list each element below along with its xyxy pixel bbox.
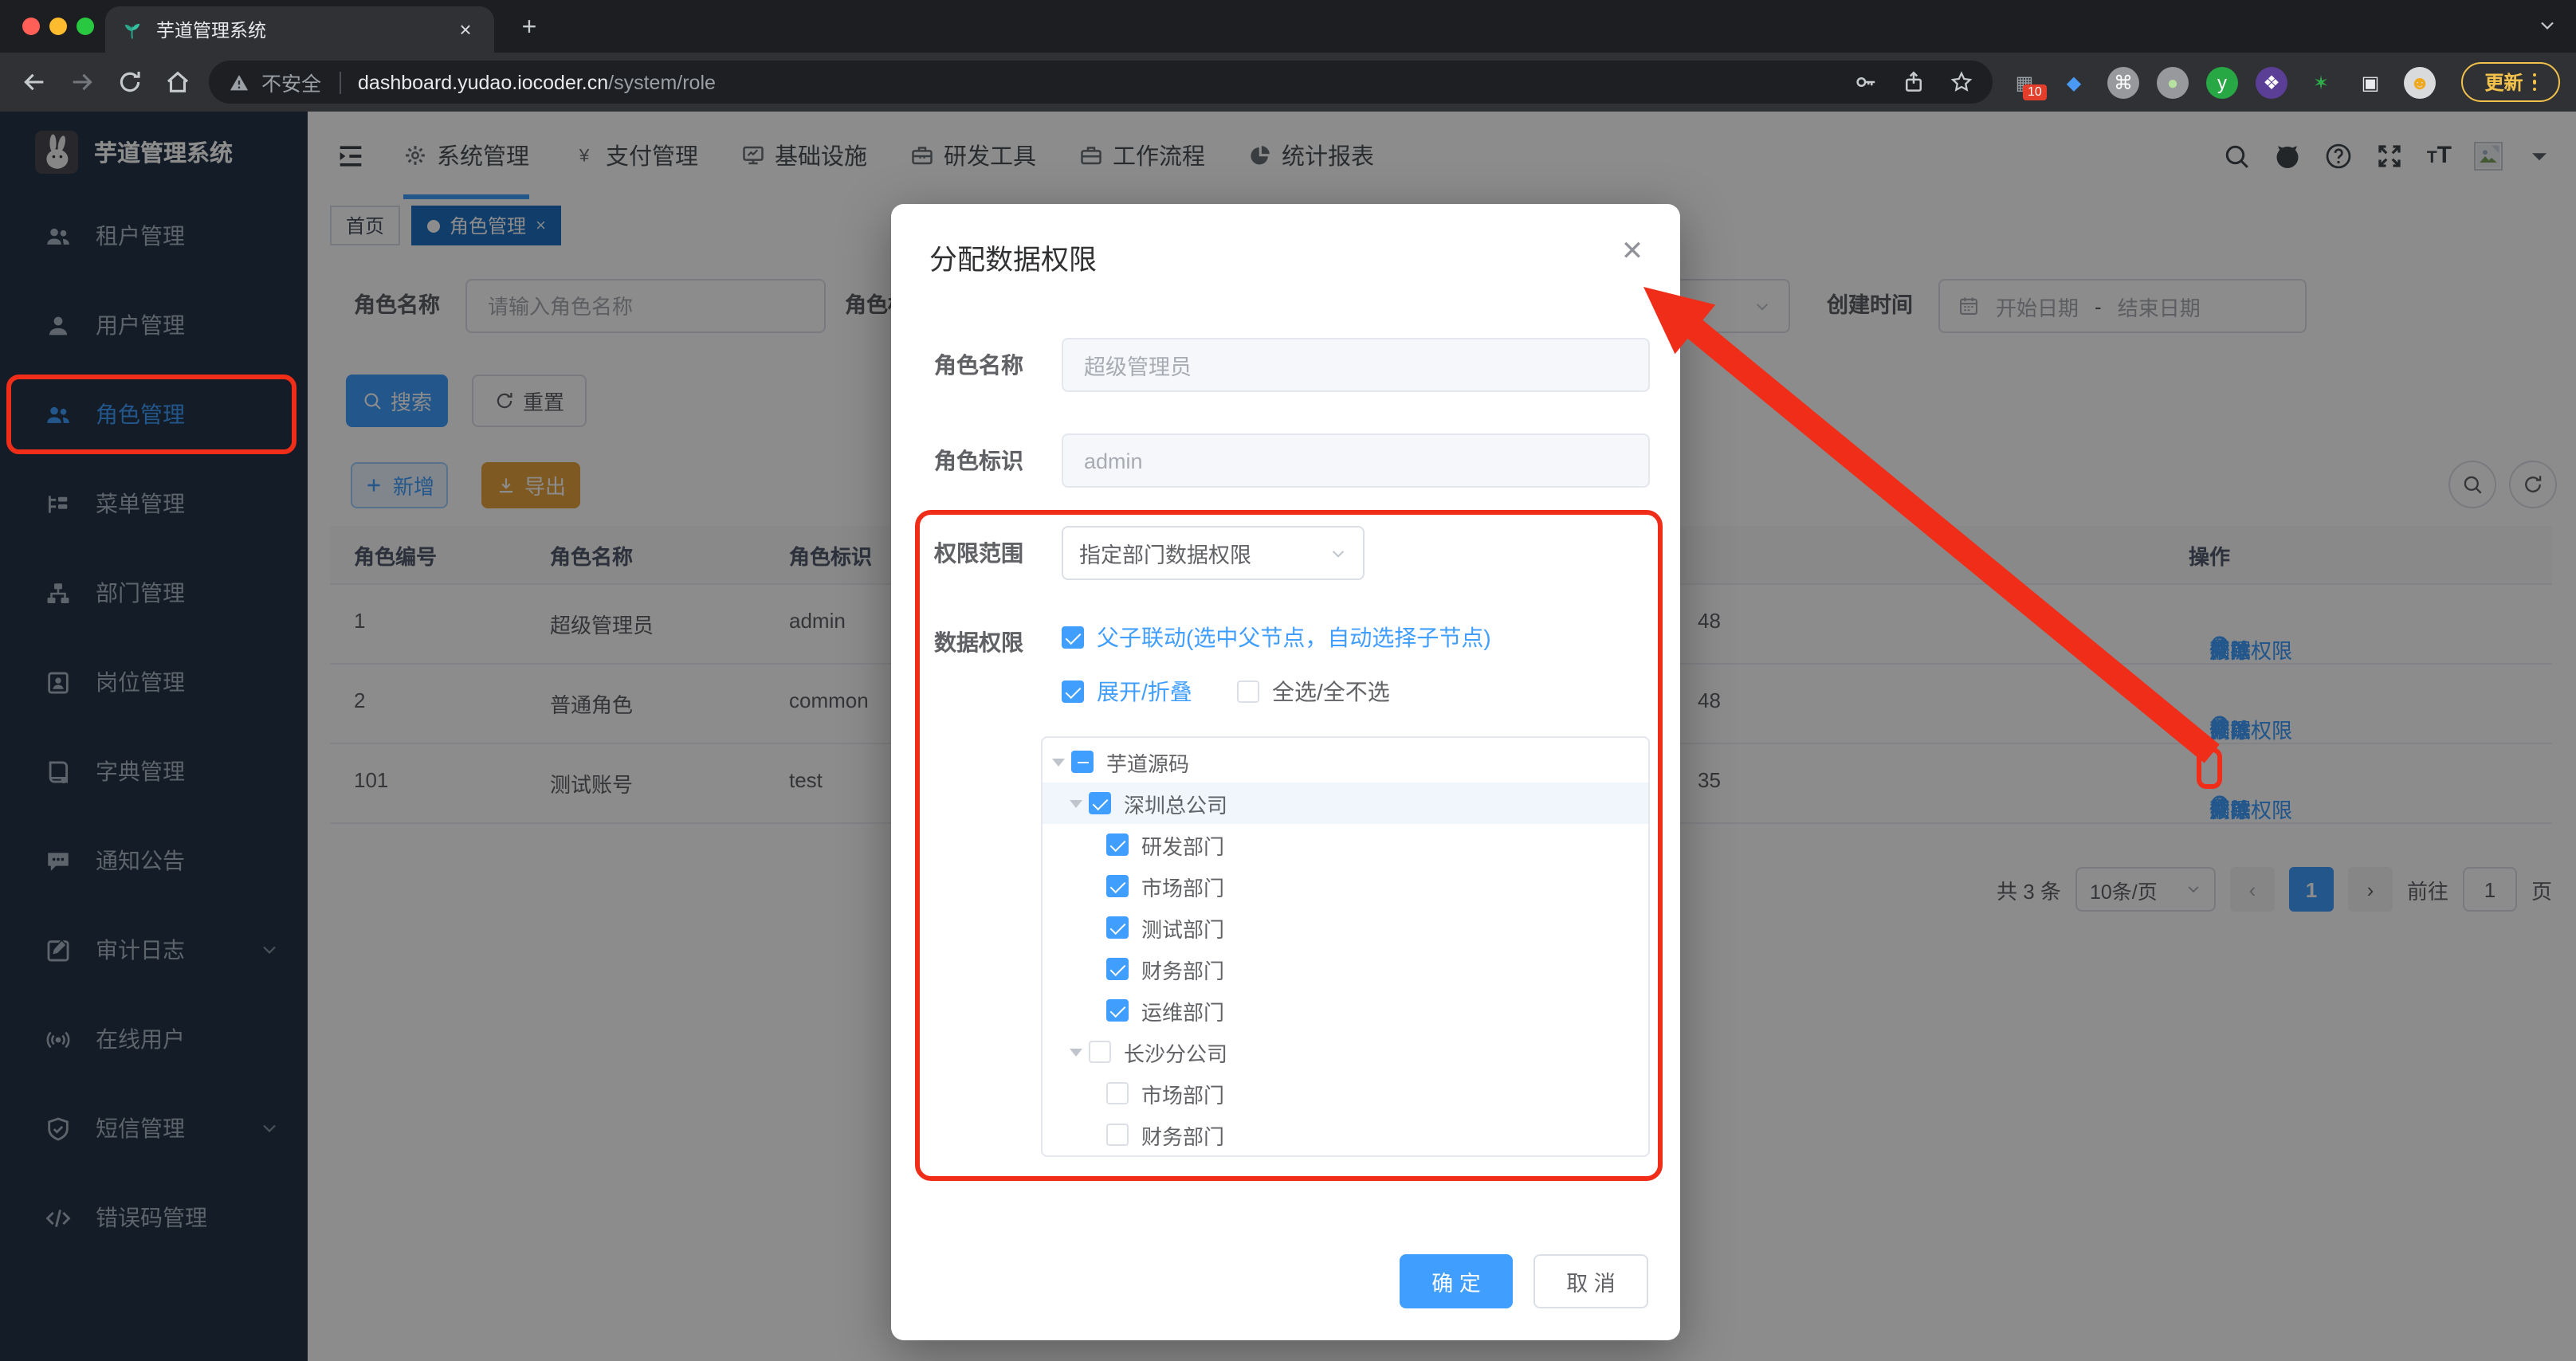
extension-command-icon[interactable]: ⌘ [2107,66,2139,98]
home-icon[interactable] [164,69,191,96]
browser-tab-bar: 芋道管理系统 × + [0,0,2576,53]
department-tree: 芋道源码 深圳总公司 研发部门 市场部门 测试部门 财务部门 运维部门 长沙分公司 市场部门 财务… [1041,736,1650,1157]
tree-checkbox[interactable] [1106,833,1129,856]
select-all-checkbox-row[interactable]: 全选/全不选 [1237,676,1390,708]
browser-tab[interactable]: 芋道管理系统 × [105,6,494,53]
favicon-plant-icon [121,18,143,41]
extension-shield-purple-icon[interactable]: ❖ [2256,66,2287,98]
tree-expand-caret-icon[interactable] [1049,752,1068,771]
cancel-button[interactable]: 取 消 [1533,1254,1648,1308]
tree-expand-caret-icon[interactable] [1066,1042,1086,1061]
tree-checkbox[interactable] [1089,1041,1111,1063]
tree-node[interactable]: 市场部门 [1043,865,1648,907]
back-icon[interactable] [21,69,48,96]
forward-icon[interactable] [69,69,96,96]
tree-node[interactable]: 财务部门 [1043,948,1648,990]
traffic-light-minimize[interactable] [49,18,67,35]
browser-menu-icon[interactable] [2532,73,2537,92]
cascade-label: 父子联动(选中父节点，自动选择子节点) [1097,625,1491,650]
omnibox-divider [339,71,341,93]
tree-node[interactable]: 研发部门 [1043,824,1648,865]
tree-node[interactable]: 长沙分公司 [1043,1031,1648,1073]
security-label: 不安全 [261,73,322,96]
tree-node[interactable]: 芋道源码 [1043,741,1648,782]
tree-node[interactable]: 测试部门 [1043,907,1648,948]
tab-list-caret-icon[interactable] [2538,16,2557,35]
tree-checkbox[interactable] [1106,1124,1129,1146]
traffic-light-close[interactable] [22,18,40,35]
dialog-scope-select[interactable]: 指定部门数据权限 [1062,526,1365,580]
extensions-area: ▦ 10 ◆ ⌘ ● y ❖ ✶ ▣ ☻ [2009,61,2436,104]
tree-node-label: 运维部门 [1141,1000,1225,1024]
chevron-down-icon [1329,544,1347,562]
tree-checkbox[interactable] [1106,875,1129,897]
tree-node-label: 财务部门 [1141,1124,1225,1148]
dialog-assign-data-permission: 分配数据权限 ✕ 角色名称 角色标识 权限范围 指定部门数据权限 数据权限 父子… [891,204,1680,1340]
update-button[interactable]: 更新 [2461,62,2560,102]
tree-expand-caret-icon[interactable] [1066,794,1086,813]
confirm-button[interactable]: 确 定 [1400,1254,1513,1308]
dialog-scope-label: 权限范围 [934,540,1023,566]
tree-node-label: 深圳总公司 [1124,793,1228,817]
screen: 芋道管理系统 × + 不安全 dashboard.yudao.iocoder.c… [0,0,2576,1361]
tree-node[interactable]: 市场部门 [1043,1073,1648,1114]
tree-node-label: 芋道源码 [1106,751,1190,775]
tree-checkbox[interactable] [1106,1082,1129,1104]
dialog-role-key-input [1062,433,1650,488]
key-icon[interactable] [1854,70,1878,94]
extension-y-green-icon[interactable]: y [2206,66,2238,98]
new-tab-button[interactable]: + [513,13,545,45]
tree-node-label: 市场部门 [1141,876,1225,900]
tree-checkbox[interactable] [1106,916,1129,939]
dialog-role-name-input [1062,338,1650,392]
browser-toolbar: 不安全 dashboard.yudao.iocoder.cn/system/ro… [0,53,2576,112]
tree-checkbox[interactable] [1089,792,1111,814]
tree-node-label: 研发部门 [1141,834,1225,858]
tree-node-label: 市场部门 [1141,1083,1225,1107]
extension-emoji-icon[interactable]: ☻ [2404,66,2436,98]
tree-node-label: 财务部门 [1141,959,1225,983]
cascade-checkbox[interactable] [1062,626,1084,649]
dialog-close-icon[interactable]: ✕ [1616,236,1648,268]
share-icon[interactable] [1902,70,1926,94]
extension-grid-icon[interactable]: ▦ 10 [2009,66,2047,100]
extension-dot-circle-icon[interactable]: ● [2157,66,2189,98]
tab-close-icon[interactable]: × [453,18,478,41]
tree-node-label: 长沙分公司 [1124,1041,1228,1065]
expand-checkbox[interactable] [1062,680,1084,703]
url-host: dashboard.yudao.iocoder.cn [358,71,609,93]
extension-kite-icon[interactable]: ◆ [2058,66,2090,98]
bookmark-star-icon[interactable] [1950,70,1973,94]
extension-badge: 10 [2023,84,2047,100]
tree-node[interactable]: 深圳总公司 [1043,782,1648,824]
dialog-role-name-label: 角色名称 [934,352,1023,378]
security-warning-icon [228,71,250,93]
reload-icon[interactable] [116,69,143,96]
extension-puzzle-icon[interactable]: ▣ [2354,66,2386,98]
tree-checkbox[interactable] [1106,999,1129,1022]
tree-node[interactable]: 运维部门 [1043,990,1648,1031]
dialog-data-scope-label: 数据权限 [934,630,1023,655]
traffic-light-zoom[interactable] [77,18,94,35]
dialog-role-key-label: 角色标识 [934,448,1023,473]
tree-node-label: 测试部门 [1141,917,1225,941]
select-all-checkbox[interactable] [1237,680,1259,703]
tree-node[interactable]: 财务部门 [1043,1114,1648,1155]
tab-title: 芋道管理系统 [156,22,266,41]
select-all-label: 全选/全不选 [1272,679,1390,704]
tree-checkbox[interactable] [1106,958,1129,980]
extension-star-green-icon[interactable]: ✶ [2305,66,2337,98]
dialog-title: 分配数据权限 [929,244,1097,276]
tree-checkbox[interactable] [1071,751,1094,773]
url-path: /system/role [608,71,716,93]
expand-checkbox-row[interactable]: 展开/折叠 [1062,676,1192,708]
address-bar[interactable]: 不安全 dashboard.yudao.iocoder.cn/system/ro… [209,61,1993,104]
cascade-checkbox-row[interactable]: 父子联动(选中父节点，自动选择子节点) [1062,622,1491,653]
update-label: 更新 [2484,72,2523,94]
expand-label: 展开/折叠 [1097,679,1192,704]
